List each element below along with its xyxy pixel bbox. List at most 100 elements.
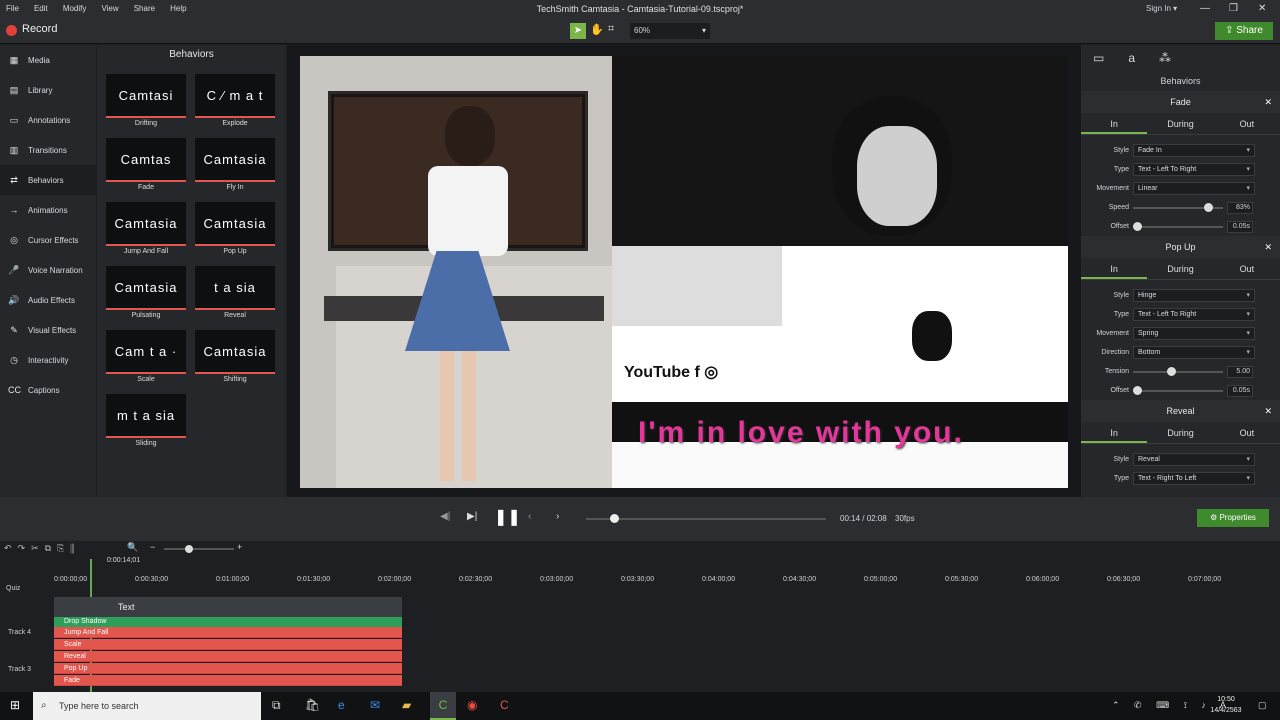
- recorder-icon[interactable]: C: [500, 698, 509, 712]
- store-icon[interactable]: 🛍: [305, 698, 320, 712]
- timeline-zoom-knob[interactable]: [185, 545, 193, 553]
- taskbar-search[interactable]: ⌕ Type here to search: [33, 692, 261, 720]
- play-icon[interactable]: ▶|: [467, 511, 477, 522]
- prop-value-field[interactable]: 0.05s: [1227, 384, 1253, 397]
- paste-icon[interactable]: ⎘: [57, 543, 70, 553]
- split-icon[interactable]: ⫼: [70, 543, 80, 553]
- caption-text[interactable]: I'm in love with you.: [638, 416, 964, 450]
- slider-knob[interactable]: [1133, 221, 1142, 231]
- sidebar-item-transitions[interactable]: ▥ Transitions: [0, 135, 96, 165]
- prop-slider[interactable]: [1133, 202, 1223, 212]
- mail-icon[interactable]: ✉: [370, 698, 380, 712]
- copy-icon[interactable]: ⧉: [45, 543, 57, 553]
- behavior-tile[interactable]: Camtasia: [195, 330, 275, 374]
- behavior-tile[interactable]: Camtasia: [195, 138, 275, 182]
- text-props-icon[interactable]: a: [1128, 51, 1135, 65]
- prop-select[interactable]: Text - Right To Left: [1133, 472, 1255, 485]
- windows-start-icon[interactable]: ⊞: [10, 698, 20, 712]
- redo-icon[interactable]: ↷: [18, 543, 32, 553]
- zoom-select[interactable]: 60% ▾: [630, 23, 710, 39]
- sidebar-item-cursor-effects[interactable]: ◎ Cursor Effects: [0, 225, 96, 255]
- slider-knob[interactable]: [1133, 385, 1142, 395]
- close-icon[interactable]: ✕: [1258, 0, 1266, 18]
- prop-select[interactable]: Spring: [1133, 327, 1255, 340]
- remove-behavior-icon[interactable]: ✕: [1264, 406, 1272, 417]
- sidebar-item-annotations[interactable]: ▭ Annotations: [0, 105, 96, 135]
- sidebar-item-animations[interactable]: → Animations: [0, 195, 96, 225]
- text-clip[interactable]: Text: [54, 597, 402, 617]
- select-tool-icon[interactable]: ➤: [570, 23, 586, 39]
- prop-select[interactable]: Text - Left To Right: [1133, 308, 1255, 321]
- slider-knob[interactable]: [1167, 366, 1177, 376]
- cut-icon[interactable]: ✂: [31, 543, 45, 553]
- visual-props-icon[interactable]: ▭: [1093, 51, 1104, 65]
- record-button[interactable]: Record: [22, 23, 57, 35]
- sign-in-link[interactable]: Sign In ▾: [1146, 0, 1177, 18]
- sidebar-item-library[interactable]: ▤ Library: [0, 75, 96, 105]
- properties-button[interactable]: ⚙ Properties: [1197, 509, 1269, 527]
- crop-tool-icon[interactable]: ⌗: [608, 23, 614, 36]
- zoom-icon[interactable]: 🔍: [127, 542, 138, 553]
- tab-during[interactable]: During: [1147, 422, 1213, 443]
- behavior-tile[interactable]: C ⁄ m a t: [195, 74, 275, 118]
- behavior-tile[interactable]: Camtas: [106, 138, 186, 182]
- drop-shadow-clip[interactable]: Drop Shadow: [54, 617, 402, 627]
- prop-select[interactable]: Hinge: [1133, 289, 1255, 302]
- edge-icon[interactable]: e: [338, 698, 345, 712]
- undo-icon[interactable]: ↶: [4, 543, 18, 553]
- behavior-tile[interactable]: m t a sia: [106, 394, 186, 438]
- prop-slider[interactable]: [1133, 366, 1223, 376]
- tab-in[interactable]: In: [1081, 422, 1148, 443]
- behavior-tile[interactable]: Cam t a ·: [106, 330, 186, 374]
- camtasia-taskbar-icon[interactable]: C: [430, 692, 456, 720]
- tab-in[interactable]: In: [1081, 258, 1148, 279]
- chrome-icon[interactable]: ◉: [467, 698, 477, 712]
- tab-during[interactable]: During: [1147, 113, 1213, 134]
- behavior-tile[interactable]: Camtasia: [195, 202, 275, 246]
- behavior-tile[interactable]: Camtasia: [106, 202, 186, 246]
- effect-clip[interactable]: Scale: [54, 639, 402, 650]
- maximize-icon[interactable]: ❐: [1229, 0, 1238, 18]
- prop-select[interactable]: Reveal: [1133, 453, 1255, 466]
- effect-clip[interactable]: Pop Up: [54, 663, 402, 674]
- pan-tool-icon[interactable]: ✋: [590, 23, 604, 36]
- tab-out[interactable]: Out: [1214, 258, 1280, 279]
- video-right[interactable]: YouTube f ◎ I'm in love with you.: [612, 56, 1068, 488]
- prop-select[interactable]: Bottom: [1133, 346, 1255, 359]
- behavior-tile[interactable]: Camtasia: [106, 266, 186, 310]
- prop-slider[interactable]: [1133, 221, 1223, 231]
- tab-in[interactable]: In: [1081, 113, 1148, 134]
- sidebar-item-visual-effects[interactable]: ✎ Visual Effects: [0, 315, 96, 345]
- prop-slider[interactable]: [1133, 385, 1223, 395]
- notifications-icon[interactable]: ▢: [1258, 700, 1267, 711]
- video-left[interactable]: [300, 56, 612, 488]
- tab-out[interactable]: Out: [1214, 113, 1280, 134]
- prop-value-field[interactable]: 83%: [1227, 201, 1253, 214]
- next-icon[interactable]: ›: [556, 511, 559, 522]
- prop-select[interactable]: Linear: [1133, 182, 1255, 195]
- sidebar-item-interactivity[interactable]: ◷ Interactivity: [0, 345, 96, 375]
- zoom-in-icon[interactable]: +: [237, 542, 242, 552]
- sidebar-item-media[interactable]: ▦ Media: [0, 45, 96, 75]
- remove-behavior-icon[interactable]: ✕: [1264, 242, 1272, 253]
- prop-select[interactable]: Text - Left To Right: [1133, 163, 1255, 176]
- sidebar-item-voice-narration[interactable]: 🎤 Voice Narration: [0, 255, 96, 285]
- sidebar-item-behaviors[interactable]: ⇄ Behaviors: [0, 165, 96, 195]
- behavior-tile[interactable]: t a sia: [195, 266, 275, 310]
- zoom-out-icon[interactable]: −: [150, 542, 155, 552]
- effect-clip[interactable]: Jump And Fall: [54, 627, 402, 638]
- slider-knob[interactable]: [1204, 202, 1214, 212]
- effect-clip[interactable]: Reveal: [54, 651, 402, 662]
- effect-clip[interactable]: Fade: [54, 675, 402, 686]
- previous-icon[interactable]: ‹: [528, 511, 531, 522]
- scrubber[interactable]: [586, 514, 826, 523]
- prop-value-field[interactable]: 0.05s: [1227, 220, 1253, 233]
- prop-select[interactable]: Fade In: [1133, 144, 1255, 157]
- task-view-icon[interactable]: ⧉: [272, 698, 281, 713]
- sidebar-item-captions[interactable]: CC Captions: [0, 375, 96, 405]
- remove-behavior-icon[interactable]: ✕: [1264, 97, 1272, 108]
- behavior-tile[interactable]: Camtasi: [106, 74, 186, 118]
- scrubber-knob[interactable]: [610, 514, 619, 523]
- share-button[interactable]: ⇪ Share: [1215, 22, 1273, 40]
- pause-icon[interactable]: ❚❚: [494, 507, 521, 527]
